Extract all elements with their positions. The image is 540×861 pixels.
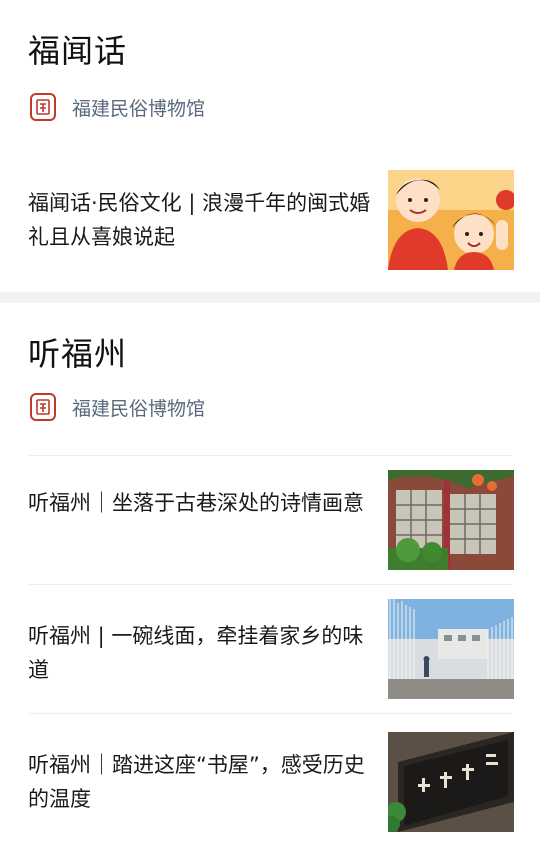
article-title: 听福州｜坐落于古巷深处的诗情画意 bbox=[28, 491, 364, 515]
museum-seal-icon bbox=[30, 93, 56, 121]
calligraphy-plaque-photo bbox=[388, 732, 514, 832]
article-thumbnail bbox=[388, 732, 514, 832]
cartoon-bride-illustration bbox=[388, 170, 514, 270]
article-title: 福闻话·民俗文化 | 浪漫千年的闽式婚礼且从喜娘说起 bbox=[28, 191, 371, 249]
article-thumbnail bbox=[388, 170, 514, 270]
article-title: 听福州 | 一碗线面，牵挂着家乡的味道 bbox=[28, 624, 364, 682]
source-row[interactable]: 福建民俗博物馆 bbox=[28, 92, 205, 122]
article-item[interactable]: 听福州 | 一碗线面，牵挂着家乡的味道 bbox=[0, 585, 540, 713]
article-item[interactable]: 福闻话·民俗文化 | 浪漫千年的闽式婚礼且从喜娘说起 bbox=[0, 158, 540, 286]
section-title: 听福州 bbox=[28, 335, 128, 373]
lattice-window-photo bbox=[388, 470, 514, 570]
article-thumbnail bbox=[388, 599, 514, 699]
section-card-fuwenhua: 福闻话 福建民俗博物馆 福闻话·民俗文化 | 浪漫千年的闽式婚礼且从喜娘说起 bbox=[0, 0, 540, 292]
source-row[interactable]: 福建民俗博物馆 bbox=[28, 392, 205, 422]
section-title: 福闻话 bbox=[28, 32, 128, 70]
section-card-tingfuzhou: 听福州 福建民俗博物馆 听福州｜坐落于古巷深处的诗情画意 听福州 | 一碗线面，… bbox=[0, 303, 540, 861]
source-name: 福建民俗博物馆 bbox=[72, 97, 206, 120]
article-item[interactable]: 听福州｜坐落于古巷深处的诗情画意 bbox=[0, 456, 540, 584]
article-thumbnail bbox=[388, 470, 514, 570]
museum-seal-icon bbox=[30, 393, 56, 421]
article-item[interactable]: 听福州｜踏进这座“书屋”，感受历史的温度 bbox=[0, 714, 540, 842]
noodle-drying-photo bbox=[388, 599, 514, 699]
source-name: 福建民俗博物馆 bbox=[72, 397, 206, 420]
article-title: 听福州｜踏进这座“书屋”，感受历史的温度 bbox=[28, 753, 365, 811]
